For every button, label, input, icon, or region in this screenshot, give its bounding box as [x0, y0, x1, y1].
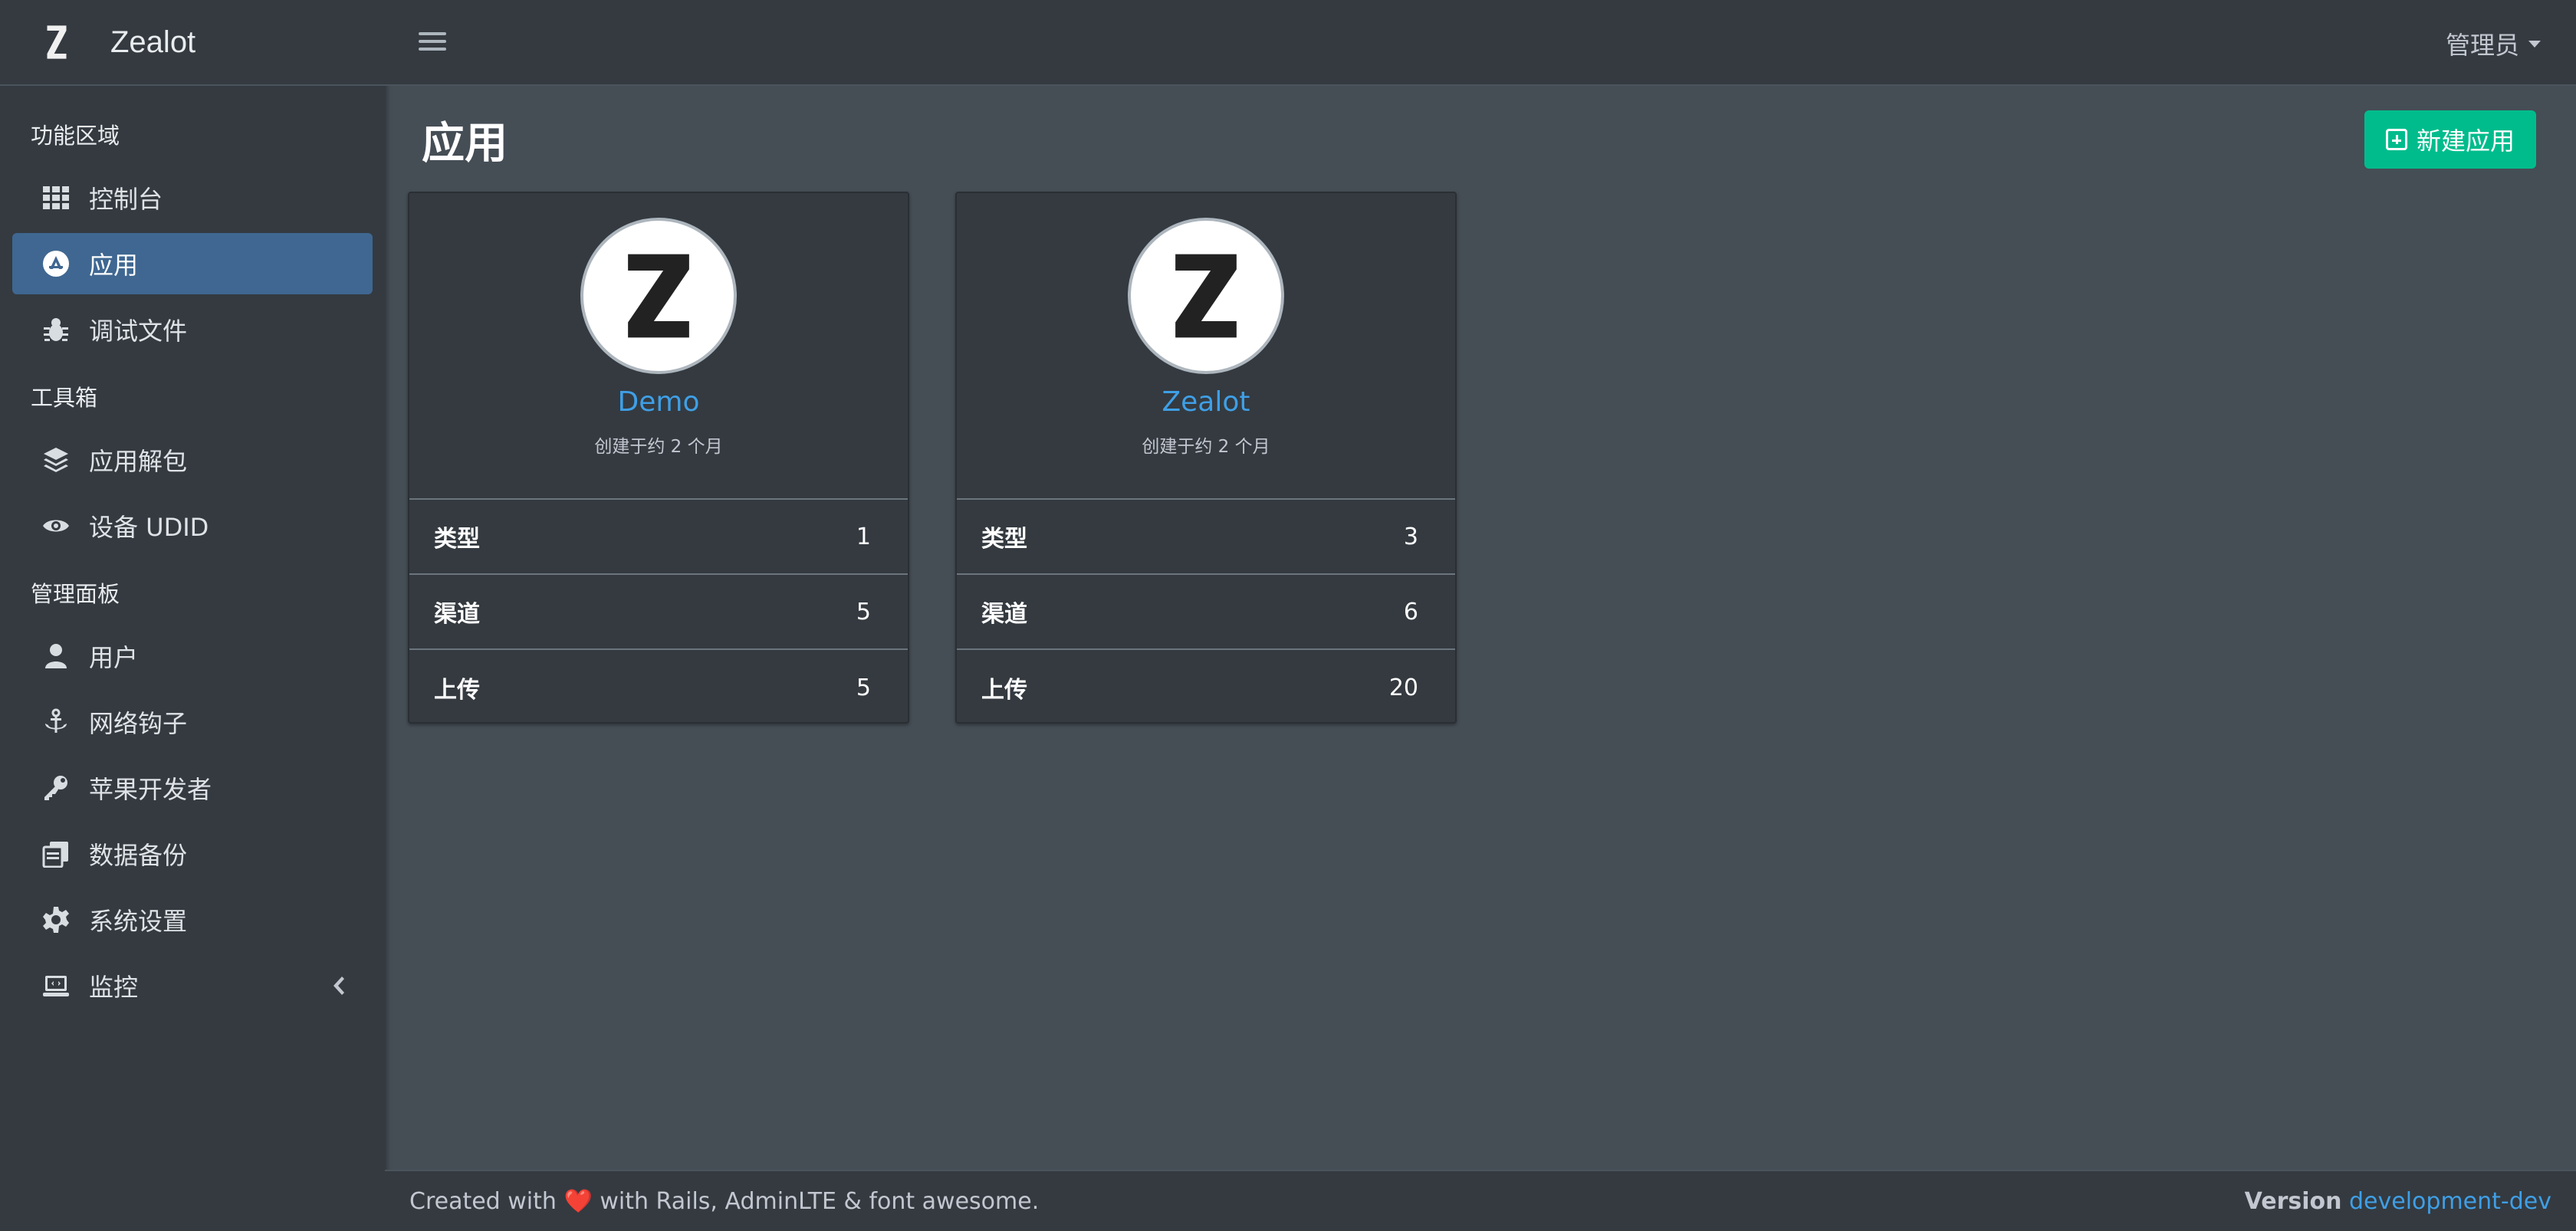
footer: Created with ❤️ with Rails, AdminLTE & f…: [385, 1170, 2576, 1231]
sidebar: Zealot 功能区域 控制台 应用 调试文件 工具箱 应用解包 设备 UDID…: [0, 0, 385, 1231]
zealot-logo-icon: [628, 254, 689, 338]
footer-text: Created with: [409, 1187, 557, 1215]
sidebar-item-app-unpack[interactable]: 应用解包: [12, 429, 373, 491]
stat-label: 类型: [981, 526, 1027, 553]
app-created: 创建于约 2 个月: [594, 437, 723, 457]
sidebar-item-monitoring[interactable]: 监控: [12, 955, 373, 1016]
nav-header-admin: 管理面板: [31, 581, 120, 607]
sidebar-item-settings[interactable]: 系统设置: [12, 889, 373, 950]
app-name-link[interactable]: Zealot: [1162, 386, 1250, 418]
new-app-button[interactable]: 新建应用: [2364, 110, 2536, 169]
heart-icon: ❤️: [564, 1187, 593, 1215]
footer-text: with Rails, AdminLTE & font awesome.: [600, 1187, 1040, 1215]
app-created: 创建于约 2 个月: [1142, 437, 1270, 457]
stat-label: 上传: [981, 677, 1027, 704]
version-label: Version: [2244, 1187, 2342, 1215]
laptop-code-icon: [41, 971, 71, 1000]
footer-version: Version development-dev: [2245, 1188, 2551, 1215]
sidebar-item-dashboard[interactable]: 控制台: [12, 167, 373, 228]
sidebar-item-label: 控制台: [89, 185, 163, 214]
page-title: 应用: [422, 119, 508, 169]
stat-row: 类型 3: [957, 500, 1455, 575]
sidebar-item-label: 应用解包: [89, 447, 188, 476]
caret-down-icon: [2528, 40, 2541, 48]
sidebar-item-users[interactable]: 用户: [12, 625, 373, 687]
sidebar-item-label: 苹果开发者: [89, 775, 212, 804]
stat-row: 渠道 6: [957, 575, 1455, 650]
stat-label: 渠道: [981, 601, 1027, 628]
stat-row: 渠道 5: [409, 575, 908, 650]
sidebar-item-backup[interactable]: 数据备份: [12, 823, 373, 885]
stat-row: 类型 1: [409, 500, 908, 575]
stat-value: 3: [1403, 523, 1418, 550]
stat-value: 5: [856, 598, 871, 625]
copy-icon: [41, 839, 71, 868]
sidebar-nav: 功能区域 控制台 应用 调试文件 工具箱 应用解包 设备 UDID 管理面板 用…: [0, 86, 385, 1016]
sidebar-item-label: 调试文件: [89, 317, 188, 346]
app-card-header: Zealot 创建于约 2 个月: [957, 193, 1455, 500]
stat-row: 上传 5: [409, 650, 908, 725]
sidebar-item-label: 应用: [89, 251, 139, 280]
sidebar-item-device-udid[interactable]: 设备 UDID: [12, 495, 373, 556]
stat-row: 上传 20: [957, 650, 1455, 725]
app-card-zealot: Zealot 创建于约 2 个月 类型 3 渠道 6 上传 20: [955, 192, 1457, 724]
footer-credits: Created with ❤️ with Rails, AdminLTE & f…: [409, 1188, 1039, 1215]
new-app-button-label: 新建应用: [2416, 126, 2515, 156]
app-store-icon: [41, 249, 71, 278]
stat-value: 20: [1388, 674, 1418, 701]
app-card-demo: Demo 创建于约 2 个月 类型 1 渠道 5 上传 5: [408, 192, 909, 724]
chevron-left-icon[interactable]: [327, 972, 350, 1000]
grid-icon: [41, 183, 71, 212]
eye-icon: [41, 511, 71, 540]
sidebar-item-apple-developers[interactable]: 苹果开发者: [12, 757, 373, 819]
app-card-header: Demo 创建于约 2 个月: [409, 193, 908, 500]
sidebar-item-debug-files[interactable]: 调试文件: [12, 299, 373, 360]
zealot-logo-icon: [1175, 254, 1237, 338]
sidebar-item-label: 设备 UDID: [89, 513, 209, 542]
user-dropdown[interactable]: 管理员: [2446, 26, 2541, 61]
user-icon: [41, 642, 71, 671]
app-name-link[interactable]: Demo: [618, 386, 700, 418]
bug-icon: [41, 315, 71, 344]
sidebar-item-label: 网络钩子: [89, 709, 188, 738]
brand-link[interactable]: Zealot: [0, 0, 385, 86]
menu-toggle-icon[interactable]: [419, 28, 446, 58]
user-name: 管理员: [2445, 31, 2519, 60]
stat-value: 5: [856, 674, 871, 701]
sidebar-item-label: 数据备份: [89, 841, 188, 870]
sidebar-item-webhooks[interactable]: 网络钩子: [12, 691, 373, 753]
stat-value: 1: [856, 523, 871, 550]
key-icon: [41, 773, 71, 803]
stat-label: 上传: [434, 677, 480, 704]
sidebar-item-label: 系统设置: [89, 907, 188, 936]
gear-icon: [41, 905, 71, 934]
brand-name: Zealot: [110, 25, 196, 59]
top-navbar: 管理员: [385, 0, 2576, 86]
stat-label: 类型: [434, 526, 480, 553]
layers-icon: [41, 445, 71, 474]
sidebar-item-label: 监控: [89, 973, 139, 1002]
app-cards: Demo 创建于约 2 个月 类型 1 渠道 5 上传 5 Zealot 创建于…: [408, 192, 1457, 724]
sidebar-item-label: 用户: [89, 643, 139, 672]
stat-label: 渠道: [434, 601, 480, 628]
sidebar-item-apps[interactable]: 应用: [12, 233, 373, 294]
plus-square-icon: [2385, 129, 2407, 150]
app-logo[interactable]: [580, 218, 737, 374]
stat-value: 6: [1403, 598, 1418, 625]
nav-header-toolbox: 工具箱: [31, 385, 98, 411]
nav-header-features: 功能区域: [31, 123, 120, 149]
main-content: 应用 新建应用 Demo 创建于约 2 个月 类型 1 渠道 5 上传 5 Ze…: [385, 86, 2576, 1170]
version-link[interactable]: development-dev: [2349, 1188, 2551, 1215]
zealot-logo-icon: [43, 21, 71, 64]
app-logo[interactable]: [1128, 218, 1284, 374]
anchor-icon: [41, 707, 71, 737]
